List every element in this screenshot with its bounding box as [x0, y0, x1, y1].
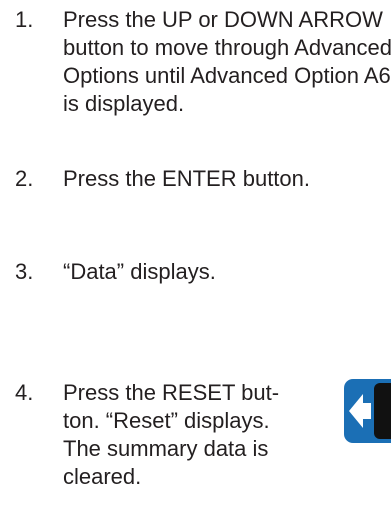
step-number: 4.: [15, 380, 34, 405]
step-number: 1.: [15, 7, 34, 32]
step-number: 3.: [15, 259, 34, 284]
step-text: Press the RESET but- ton. “Reset” displa…: [63, 380, 280, 489]
instruction-step-2: 2. Press the ENTER button.: [0, 165, 391, 195]
step-text: Press the UP or DOWN ARROW button to mov…: [63, 7, 391, 116]
instruction-step-3: 3. “Data” displays.: [0, 258, 391, 288]
step-text: Press the ENTER button.: [63, 166, 310, 191]
instruction-step-4: 4. Press the RESET but- ton. “Reset” dis…: [0, 379, 391, 494]
step-number: 2.: [15, 166, 34, 191]
step-text: “Data” displays.: [63, 259, 216, 284]
instruction-step-1: 1. Press the UP or DOWN ARROW button to …: [0, 6, 391, 146]
reset-arrow-icon: [344, 379, 391, 443]
